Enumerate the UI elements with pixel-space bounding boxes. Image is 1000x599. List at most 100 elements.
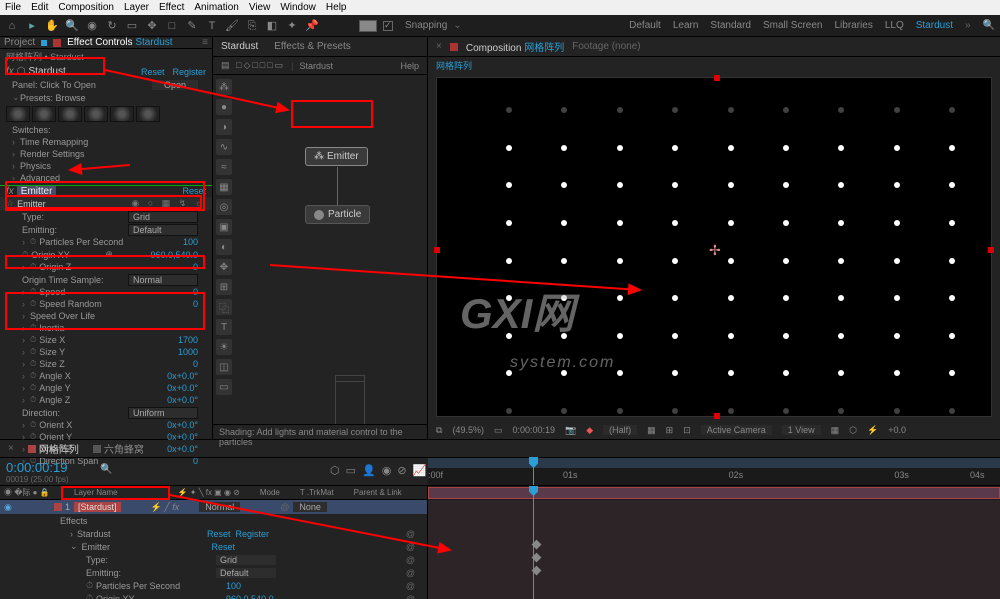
angley-value[interactable]: 0x+0.0° bbox=[167, 383, 198, 393]
preset-thumbnails[interactable] bbox=[0, 104, 212, 124]
emitter-section-header[interactable]: ☆ Emitter ◉ ○ ▦ ↯ ☼ bbox=[0, 197, 212, 210]
tl-shy-icon[interactable]: 👤 bbox=[362, 464, 376, 477]
tab-effect-controls[interactable]: Effect Controls Stardust bbox=[67, 37, 172, 48]
fx-emitter-header[interactable]: fx Emitter Reset bbox=[0, 185, 212, 196]
exposure-value[interactable]: +0.0 bbox=[888, 425, 906, 435]
camera-node-icon[interactable]: ▭ bbox=[216, 379, 232, 395]
light-node-icon[interactable]: ☀ bbox=[216, 339, 232, 355]
node-canvas[interactable]: ⁂ Emitter Particle bbox=[235, 75, 427, 421]
tlp-type-dropdown[interactable]: Grid bbox=[216, 555, 276, 565]
timeline-tracks[interactable] bbox=[428, 486, 1000, 599]
hand-tool-icon[interactable]: ✋ bbox=[45, 19, 59, 33]
row-physics[interactable]: Physics bbox=[20, 161, 51, 171]
row-advanced[interactable]: Advanced bbox=[20, 173, 60, 183]
menu-edit[interactable]: Edit bbox=[31, 2, 48, 13]
layer-1-name[interactable]: [Stardust] bbox=[74, 502, 121, 512]
fast-preview-icon[interactable]: ⚡ bbox=[867, 425, 878, 436]
anglex-value[interactable]: 0x+0.0° bbox=[167, 371, 198, 381]
camera-dropdown[interactable]: Active Camera bbox=[701, 425, 772, 435]
fx-stardust-reset[interactable]: Reset bbox=[141, 67, 165, 77]
aspect-icon[interactable]: ▭ bbox=[494, 425, 503, 436]
pickwhip-icon[interactable]: @ bbox=[406, 529, 415, 539]
pickwhip-icon[interactable]: @ bbox=[406, 594, 415, 599]
text-node-icon[interactable]: T bbox=[216, 319, 232, 335]
speed-value[interactable]: 0 bbox=[193, 287, 198, 297]
text-tool-icon[interactable]: T bbox=[205, 19, 219, 33]
material-node-icon[interactable]: ◐ bbox=[216, 239, 232, 255]
tlp-stardust-register[interactable]: Register bbox=[236, 529, 270, 539]
ws-standard[interactable]: Standard bbox=[710, 20, 751, 31]
menu-window[interactable]: Window bbox=[280, 2, 316, 13]
panel-menu-icon[interactable]: ≡ bbox=[202, 37, 208, 48]
fx-stardust-register[interactable]: Register bbox=[172, 67, 206, 77]
tl-playhead[interactable] bbox=[533, 458, 534, 485]
tl-frameblend-icon[interactable]: ◉ bbox=[382, 464, 392, 477]
tl-tab-2[interactable]: 六角蜂窝 bbox=[93, 441, 144, 456]
node-toolbar-icons[interactable]: ▤ □◇□□□▭ bbox=[221, 60, 285, 71]
tab-project[interactable]: Project bbox=[4, 37, 35, 48]
tlp-oxy-value[interactable]: 960.0,540.0 bbox=[226, 594, 274, 599]
open-button[interactable]: Open bbox=[152, 80, 198, 90]
turbulence-node-icon[interactable]: ≈ bbox=[216, 159, 232, 175]
presets-label[interactable]: Presets: Browse bbox=[20, 93, 86, 103]
sizex-value[interactable]: 1700 bbox=[178, 335, 198, 345]
pan-behind-tool-icon[interactable]: ✥ bbox=[145, 19, 159, 33]
tl-graph-icon[interactable]: 📈 bbox=[413, 464, 427, 477]
type-dropdown[interactable]: Grid bbox=[128, 211, 198, 223]
home-icon[interactable]: ⌂ bbox=[5, 19, 19, 33]
timeline-ruler[interactable]: :00f 01s 02s 03s 04s bbox=[428, 458, 1000, 485]
tl-search-icon[interactable]: 🔍 bbox=[100, 464, 112, 475]
emitter-node-icon[interactable]: ⁂ bbox=[216, 79, 232, 95]
direction-dropdown[interactable]: Uniform bbox=[128, 407, 198, 419]
fx-stardust-header[interactable]: fx ⬡ Stardust Reset Register bbox=[0, 64, 212, 79]
resolution-dropdown[interactable]: (Half) bbox=[603, 425, 637, 435]
tab-stardust-panel[interactable]: Stardust bbox=[221, 41, 258, 52]
menu-effect[interactable]: Effect bbox=[159, 2, 184, 13]
pps-value[interactable]: 100 bbox=[183, 237, 198, 247]
pen-tool-icon[interactable]: ✎ bbox=[185, 19, 199, 33]
tl-draft3d-icon[interactable]: ▭ bbox=[346, 464, 356, 477]
row-time-remapping[interactable]: Time Remapping bbox=[20, 137, 88, 147]
ws-libraries[interactable]: Libraries bbox=[834, 20, 872, 31]
snapping-checkbox[interactable] bbox=[383, 21, 393, 31]
info-icon[interactable]: ⧉ bbox=[436, 425, 442, 436]
orbit-tool-icon[interactable]: ◉ bbox=[85, 19, 99, 33]
particle-node[interactable]: Particle bbox=[305, 205, 370, 224]
time-display[interactable]: 0:00:00:19 bbox=[512, 425, 555, 435]
comp-breadcrumb[interactable]: 网格阵列 bbox=[436, 59, 472, 72]
force-node-icon[interactable]: ∿ bbox=[216, 139, 232, 155]
emitter-node[interactable]: ⁂ Emitter bbox=[305, 147, 368, 166]
guides-icon[interactable]: ⊡ bbox=[683, 425, 691, 436]
layer-parent-dropdown[interactable]: None bbox=[293, 502, 327, 512]
particle-node-icon[interactable]: ● bbox=[216, 99, 232, 115]
menu-file[interactable]: File bbox=[5, 2, 21, 13]
originz-value[interactable]: 0 bbox=[193, 262, 198, 272]
tl-close-icon[interactable]: × bbox=[8, 443, 14, 454]
sizey-value[interactable]: 1000 bbox=[178, 347, 198, 357]
tab-effects-presets[interactable]: Effects & Presets bbox=[274, 41, 351, 52]
grid-icon[interactable]: ⊞ bbox=[666, 425, 674, 436]
emitting-dropdown[interactable]: Default bbox=[128, 224, 198, 236]
field-node-icon[interactable]: ▦ bbox=[216, 179, 232, 195]
menu-composition[interactable]: Composition bbox=[58, 2, 114, 13]
tab-composition[interactable]: Composition 网格阵列 bbox=[466, 39, 564, 54]
view-dropdown[interactable]: 1 View bbox=[782, 425, 821, 435]
brush-tool-icon[interactable]: 🖌 bbox=[225, 19, 239, 33]
selection-tool-icon[interactable]: ▸ bbox=[25, 19, 39, 33]
draft3d-icon[interactable]: ⬡ bbox=[849, 425, 857, 436]
replica-node-icon[interactable]: ◑ bbox=[216, 119, 232, 135]
ots-dropdown[interactable]: Normal bbox=[128, 274, 198, 286]
zoom-tool-icon[interactable]: 🔍 bbox=[65, 19, 79, 33]
tlp-stardust-reset[interactable]: Reset bbox=[207, 529, 231, 539]
volume-node-icon[interactable]: ◫ bbox=[216, 359, 232, 375]
rotate-tool-icon[interactable]: ↻ bbox=[105, 19, 119, 33]
emitter-header-icons[interactable]: ◉ ○ ▦ ↯ ☼ bbox=[131, 198, 206, 209]
row-render-settings[interactable]: Render Settings bbox=[20, 149, 85, 159]
ws-llq[interactable]: LLQ bbox=[885, 20, 904, 31]
menu-view[interactable]: View bbox=[249, 2, 271, 13]
fill-swatch[interactable] bbox=[359, 20, 377, 32]
tl-motionblur-icon[interactable]: ⊘ bbox=[397, 464, 406, 477]
shape-tool-icon[interactable]: □ bbox=[165, 19, 179, 33]
anglez-value[interactable]: 0x+0.0° bbox=[167, 395, 198, 405]
pickwhip-icon[interactable]: @ bbox=[406, 555, 415, 565]
